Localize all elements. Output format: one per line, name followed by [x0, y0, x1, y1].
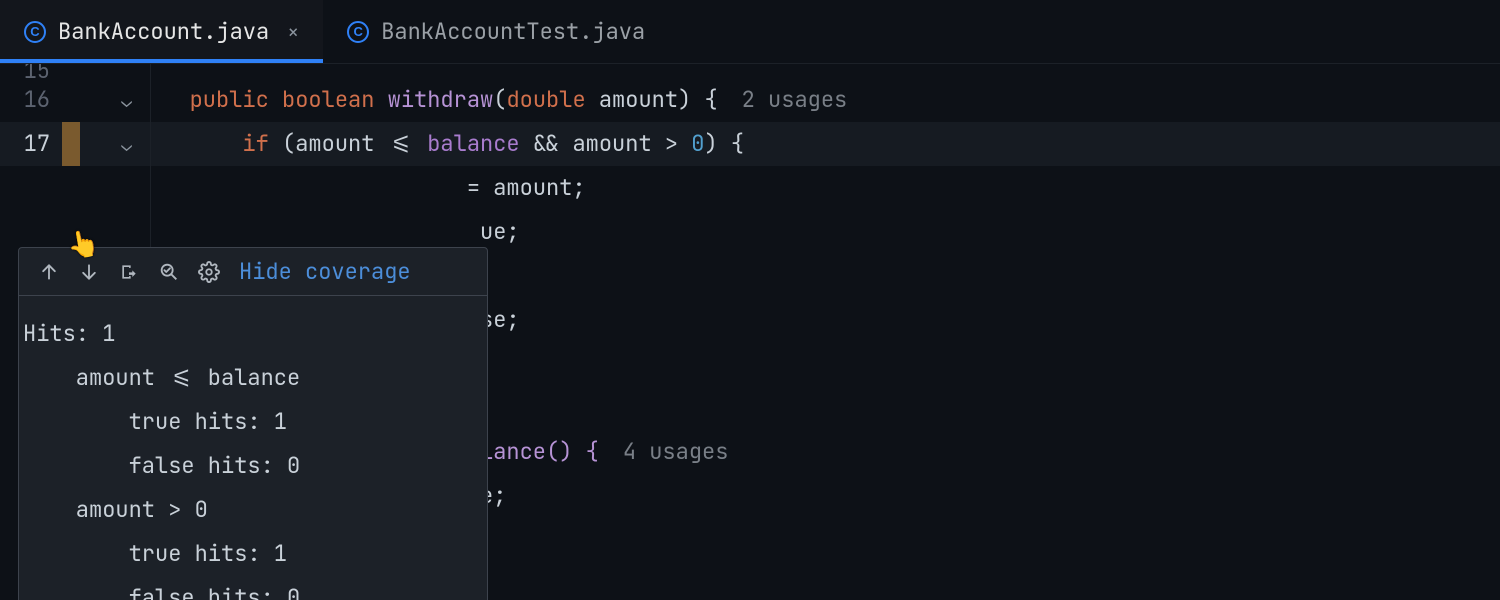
- code-line: 16 ⌄ public boolean withdraw(double amou…: [0, 78, 1500, 122]
- tab-label: BankAccount.java: [58, 17, 269, 46]
- hide-coverage-link[interactable]: Hide coverage: [239, 257, 411, 286]
- editor[interactable]: 15 16 ⌄ public boolean withdraw(double a…: [0, 64, 1500, 600]
- fold-gutter[interactable]: ⌄: [80, 78, 150, 122]
- chevron-down-icon[interactable]: ⌄: [121, 124, 132, 168]
- usages-hint[interactable]: 4 usages: [623, 437, 729, 466]
- line-number: 16: [0, 78, 62, 122]
- code-line: 17 ⌄ if (amount <= balance && amount > 0…: [0, 122, 1500, 166]
- coverage-gutter[interactable]: [62, 78, 80, 122]
- fold-gutter[interactable]: ⌄: [80, 122, 150, 166]
- code-text: public boolean withdraw(double amount) {…: [150, 78, 1500, 122]
- coverage-gutter-partial[interactable]: [62, 122, 80, 166]
- tab-bankaccounttest[interactable]: C BankAccountTest.java: [323, 0, 669, 63]
- chevron-down-icon[interactable]: ⌄: [121, 80, 132, 124]
- bytecode-icon[interactable]: [113, 256, 145, 288]
- code-line: 15: [0, 64, 1500, 78]
- coverage-popup-body: Hits: 1 amount <= balance true hits: 1 f…: [19, 296, 487, 600]
- code-text: = amount;: [150, 166, 1500, 210]
- arrow-up-icon[interactable]: [33, 256, 65, 288]
- line-number: 17: [0, 122, 62, 166]
- tab-bankaccount[interactable]: C BankAccount.java ×: [0, 0, 323, 63]
- usages-hint[interactable]: 2 usages: [742, 85, 848, 114]
- line-number: 15: [0, 64, 62, 78]
- tab-bar: C BankAccount.java × C BankAccountTest.j…: [0, 0, 1500, 64]
- code-line: = amount;: [0, 166, 1500, 210]
- arrow-down-icon[interactable]: [73, 256, 105, 288]
- coverage-popup-toolbar: Hide coverage: [19, 248, 487, 296]
- java-class-icon: C: [347, 21, 369, 43]
- tab-label: BankAccountTest.java: [381, 17, 645, 46]
- java-class-icon: C: [24, 21, 46, 43]
- tests-icon[interactable]: [153, 256, 185, 288]
- code-text: if (amount <= balance && amount > 0) {: [150, 122, 1500, 166]
- coverage-gutter[interactable]: [62, 64, 80, 78]
- gear-icon[interactable]: [193, 256, 225, 288]
- coverage-popup: Hide coverage Hits: 1 amount <= balance …: [18, 247, 488, 600]
- close-icon[interactable]: ×: [287, 19, 299, 45]
